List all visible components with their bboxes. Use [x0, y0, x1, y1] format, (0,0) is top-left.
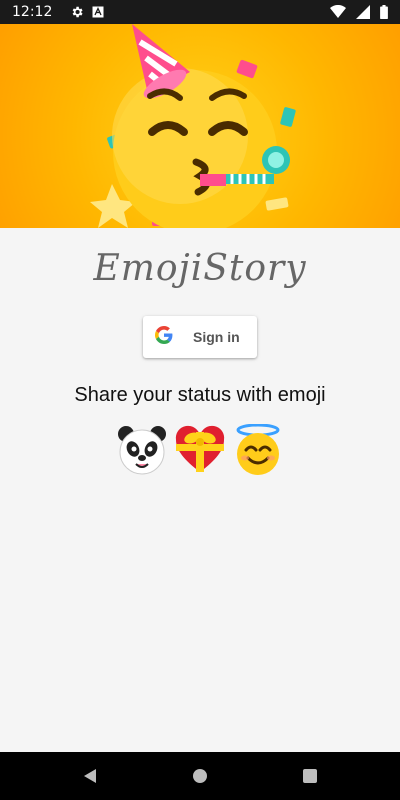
status-right — [330, 5, 388, 19]
status-left: 12:12 — [12, 4, 104, 20]
tagline: Share your status with emoji — [74, 384, 326, 406]
confetti — [236, 59, 258, 79]
settings-icon — [70, 5, 84, 19]
confetti — [280, 107, 296, 127]
status-bar: 12:12 — [0, 0, 400, 24]
hero-banner — [0, 24, 400, 228]
google-g-icon — [154, 326, 173, 348]
signin-label: Sign in — [193, 329, 240, 345]
google-signin-button[interactable]: Sign in — [143, 316, 257, 358]
panda-face-emoji — [116, 424, 168, 476]
recents-icon[interactable] — [298, 764, 322, 788]
navigation-bar — [0, 752, 400, 800]
horn-base — [200, 174, 226, 186]
heart-with-ribbon-emoji — [174, 424, 226, 476]
battery-icon — [380, 5, 388, 19]
wifi-icon — [330, 5, 346, 19]
signal-icon — [356, 5, 370, 19]
horn-curl-inner — [268, 152, 284, 168]
app-title: EmojiStory — [93, 248, 307, 289]
back-icon[interactable] — [78, 764, 102, 788]
confetti — [265, 197, 289, 211]
smiling-face-with-halo-emoji — [232, 423, 284, 476]
party-face-illustration — [90, 24, 296, 228]
home-icon[interactable] — [188, 764, 212, 788]
a-square-icon — [92, 6, 104, 18]
status-time: 12:12 — [12, 4, 53, 20]
emoji-row — [0, 423, 400, 476]
